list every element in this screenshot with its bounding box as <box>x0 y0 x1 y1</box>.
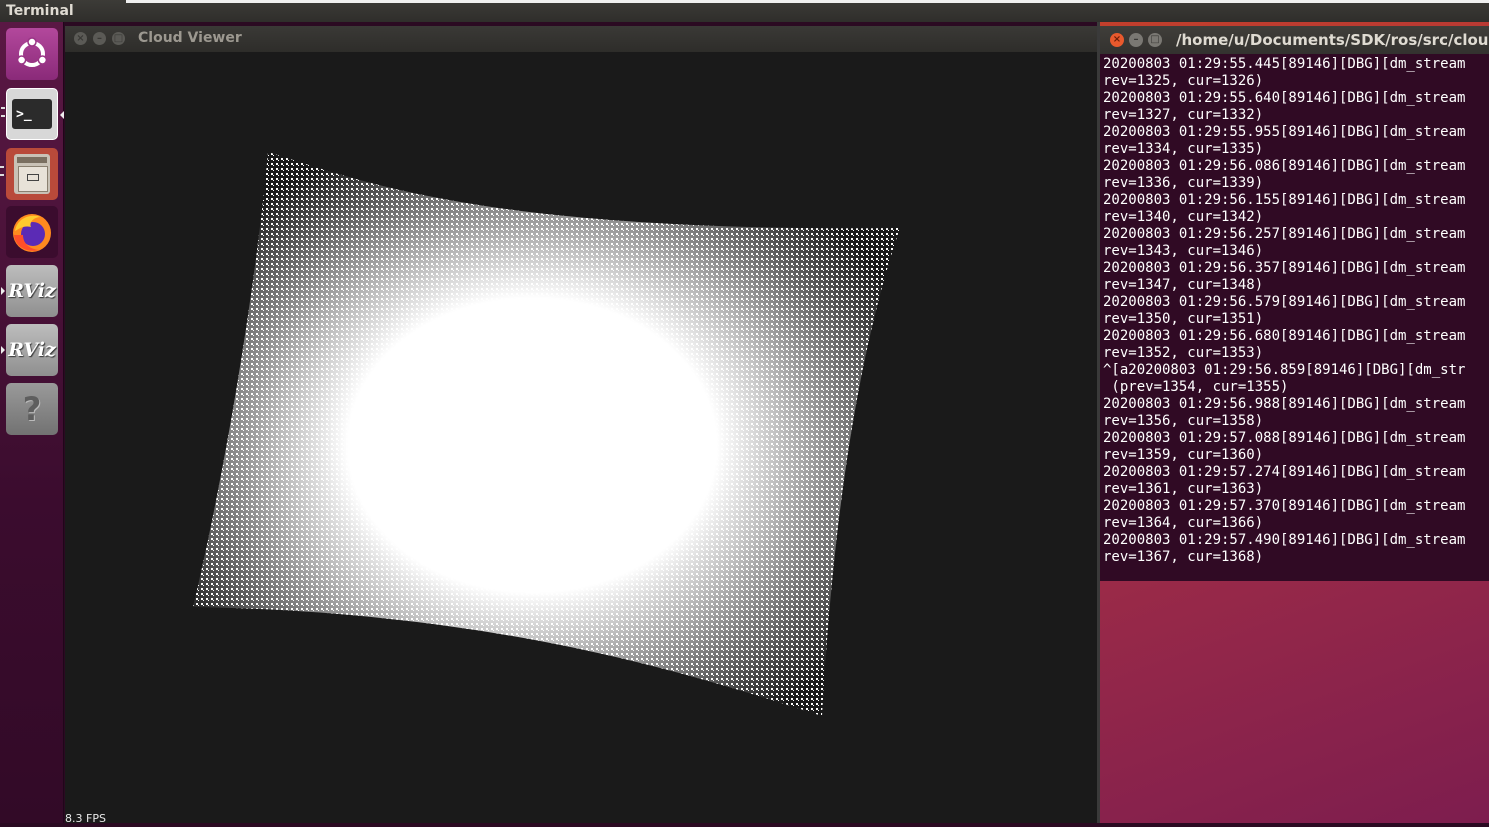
window-title: /home/u/Documents/SDK/ros/src/cloud_vie <box>1176 31 1489 49</box>
active-indicator <box>60 111 64 119</box>
terminal-line: rev=1352, cur=1353) <box>1103 345 1264 361</box>
terminal-line: 20200803 01:29:56.680[89146][DBG][dm_str… <box>1103 328 1466 344</box>
terminal-line: rev=1361, cur=1363) <box>1103 481 1264 497</box>
top-panel: Terminal <box>0 0 1489 22</box>
close-icon: × <box>76 33 85 44</box>
terminal-line: 20200803 01:29:56.155[89146][DBG][dm_str… <box>1103 192 1466 208</box>
terminal-line: rev=1343, cur=1346) <box>1103 243 1264 259</box>
fps-counter: 8.3 FPS <box>65 812 106 825</box>
terminal-line: 20200803 01:29:56.257[89146][DBG][dm_str… <box>1103 226 1466 242</box>
running-indicator <box>1 346 5 354</box>
running-indicator <box>1 107 5 117</box>
terminal-line: 20200803 01:29:56.988[89146][DBG][dm_str… <box>1103 396 1466 412</box>
minimize-button[interactable]: – <box>1129 33 1143 47</box>
terminal-line: 20200803 01:29:56.086[89146][DBG][dm_str… <box>1103 158 1466 174</box>
running-indicator <box>1 287 5 295</box>
terminal-line: 20200803 01:29:57.088[89146][DBG][dm_str… <box>1103 430 1466 446</box>
maximize-button[interactable]: □ <box>1148 33 1162 47</box>
minimize-icon: – <box>1133 34 1139 45</box>
firefox-icon <box>13 214 51 252</box>
rviz-icon: RViz <box>8 280 56 302</box>
running-indicator <box>0 166 4 176</box>
terminal-line: rev=1334, cur=1335) <box>1103 141 1264 157</box>
minimize-icon: – <box>97 33 102 44</box>
maximize-icon: □ <box>1150 34 1160 45</box>
cloud-viewer-titlebar[interactable]: × – □ Cloud Viewer <box>65 26 1097 52</box>
terminal-line: rev=1325, cur=1326) <box>1103 73 1264 89</box>
close-button[interactable]: × <box>1110 33 1124 47</box>
terminal-line: 20200803 01:29:55.640[89146][DBG][dm_str… <box>1103 90 1466 106</box>
point-cloud-render <box>193 152 900 716</box>
rviz-icon: RViz <box>8 339 56 361</box>
terminal-line: 20200803 01:29:57.274[89146][DBG][dm_str… <box>1103 464 1466 480</box>
ubuntu-logo-icon <box>16 37 48 67</box>
terminal-line: rev=1364, cur=1366) <box>1103 515 1264 531</box>
terminal-line: 20200803 01:29:55.445[89146][DBG][dm_str… <box>1103 56 1466 72</box>
terminal-launcher-button[interactable]: >_ <box>1 88 64 140</box>
window-title: Cloud Viewer <box>138 30 242 46</box>
question-mark-icon: ? <box>22 390 42 428</box>
terminal-line: rev=1327, cur=1332) <box>1103 107 1264 123</box>
firefox-launcher-button[interactable] <box>6 206 58 258</box>
terminal-line: 20200803 01:29:55.955[89146][DBG][dm_str… <box>1103 124 1466 140</box>
terminal-window: × – □ /home/u/Documents/SDK/ros/src/clou… <box>1100 26 1489 581</box>
top-panel-highlight <box>126 0 1489 3</box>
terminal-icon-label: >_ <box>16 106 32 122</box>
launcher: >_ RViz RViz ? <box>0 22 64 823</box>
terminal-line: ^[a20200803 01:29:56.859[89146][DBG][dm_… <box>1103 362 1466 378</box>
terminal-line: 20200803 01:29:57.370[89146][DBG][dm_str… <box>1103 498 1466 514</box>
close-button[interactable]: × <box>74 32 87 45</box>
file-cabinet-icon <box>14 154 50 194</box>
terminal-line: rev=1359, cur=1360) <box>1103 447 1264 463</box>
terminal-line: 20200803 01:29:56.357[89146][DBG][dm_str… <box>1103 260 1466 276</box>
unknown-app-launcher-button[interactable]: ? <box>6 383 58 435</box>
terminal-icon: >_ <box>12 99 52 129</box>
cloud-viewer-window: × – □ Cloud Viewer 8.3 FPS <box>65 26 1097 825</box>
terminal-line: rev=1367, cur=1368) <box>1103 549 1264 565</box>
terminal-line: rev=1356, cur=1358) <box>1103 413 1264 429</box>
terminal-line: rev=1347, cur=1348) <box>1103 277 1264 293</box>
terminal-line: rev=1336, cur=1339) <box>1103 175 1264 191</box>
terminal-line: 20200803 01:29:57.490[89146][DBG][dm_str… <box>1103 532 1466 548</box>
terminal-titlebar[interactable]: × – □ /home/u/Documents/SDK/ros/src/clou… <box>1100 26 1489 54</box>
maximize-icon: □ <box>113 33 124 44</box>
terminal-line: 20200803 01:29:56.579[89146][DBG][dm_str… <box>1103 294 1466 310</box>
rviz-launcher-button-2[interactable]: RViz <box>1 324 58 376</box>
terminal-line: rev=1340, cur=1342) <box>1103 209 1264 225</box>
terminal-output[interactable]: 20200803 01:29:55.445[89146][DBG][dm_str… <box>1103 56 1489 566</box>
files-launcher-button[interactable] <box>0 148 58 200</box>
terminal-line: (prev=1354, cur=1355) <box>1103 379 1289 395</box>
terminal-line: rev=1350, cur=1351) <box>1103 311 1264 327</box>
point-cloud-viewport[interactable]: 8.3 FPS <box>65 52 1097 825</box>
rviz-launcher-button-1[interactable]: RViz <box>1 265 58 317</box>
maximize-button[interactable]: □ <box>112 32 125 45</box>
close-icon: × <box>1112 34 1122 45</box>
minimize-button[interactable]: – <box>93 32 106 45</box>
ubuntu-dash-button[interactable] <box>6 28 58 80</box>
active-app-title: Terminal <box>6 3 74 19</box>
